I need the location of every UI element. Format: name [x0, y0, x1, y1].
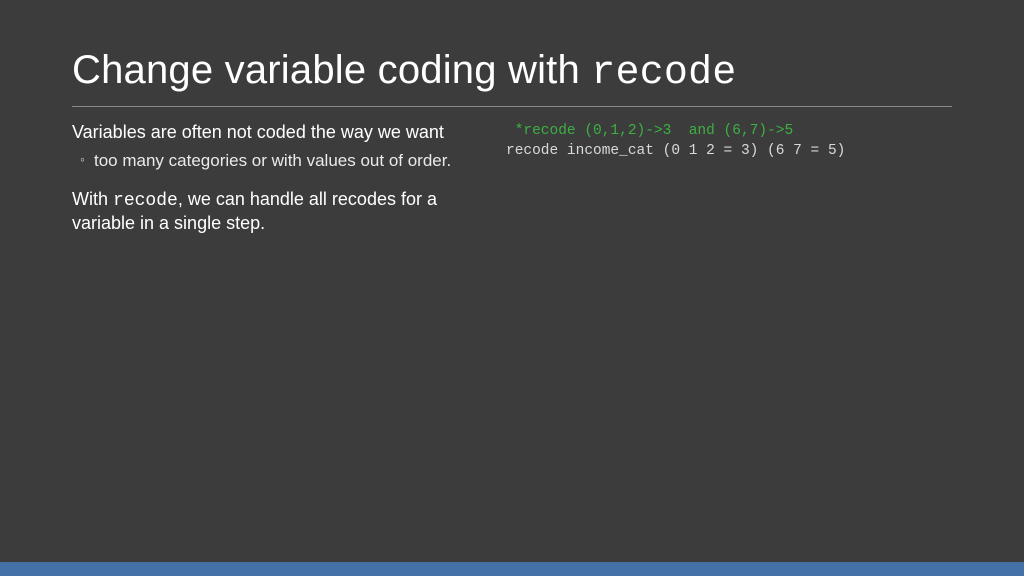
slide: Change variable coding with recode Varia…: [0, 0, 1024, 241]
title-divider: [72, 106, 952, 107]
content-columns: Variables are often not coded the way we…: [72, 121, 952, 241]
code-block: *recode (0,1,2)->3 and (6,7)->5 recode i…: [506, 121, 952, 162]
title-mono: recode: [591, 51, 736, 96]
slide-title: Change variable coding with recode: [72, 48, 952, 96]
paragraph-2-mono: recode: [113, 191, 178, 211]
footer-accent-bar: [0, 562, 1024, 576]
title-prefix: Change variable coding with: [72, 48, 591, 92]
right-column: *recode (0,1,2)->3 and (6,7)->5 recode i…: [506, 121, 952, 241]
paragraph-2: With recode, we can handle all recodes f…: [72, 188, 482, 235]
code-comment: *recode (0,1,2)->3 and (6,7)->5: [506, 123, 793, 139]
code-statement: recode income_cat (0 1 2 = 3) (6 7 = 5): [506, 143, 845, 159]
paragraph-2a: With: [72, 189, 113, 209]
left-column: Variables are often not coded the way we…: [72, 121, 482, 241]
paragraph-1: Variables are often not coded the way we…: [72, 121, 482, 144]
sub-bullet-1: too many categories or with values out o…: [94, 150, 482, 172]
